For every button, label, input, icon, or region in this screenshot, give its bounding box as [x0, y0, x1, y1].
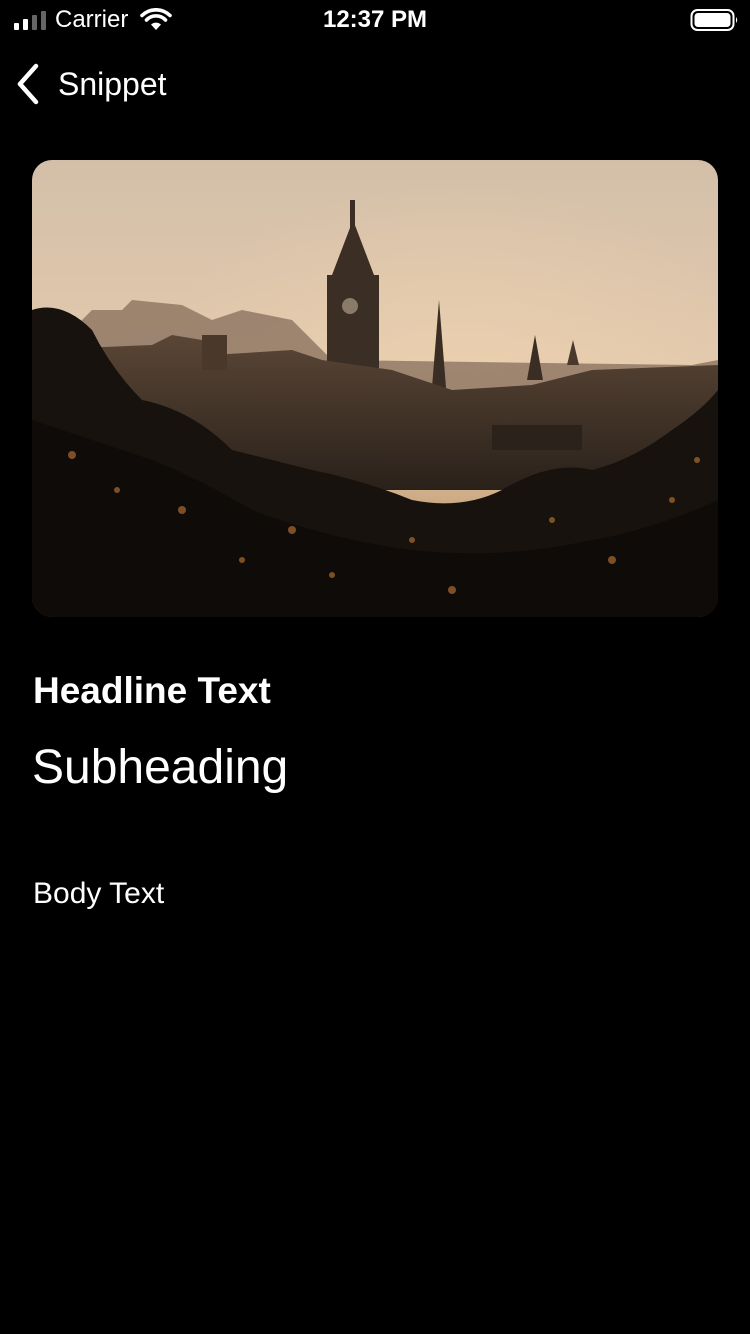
hero-image	[32, 160, 718, 617]
clock-time: 12:37 PM	[322, 6, 428, 33]
subheading-text: Subheading	[32, 741, 289, 794]
status-bar: Carrier 12:37 PM	[0, 0, 750, 40]
battery-icon	[690, 9, 738, 31]
back-button-label: Snippet	[58, 66, 167, 102]
chevron-left-icon	[17, 63, 39, 105]
body-text: Body Text	[33, 877, 165, 910]
back-button[interactable]: Snippet	[14, 60, 167, 108]
headline-text: Headline Text	[33, 670, 271, 711]
